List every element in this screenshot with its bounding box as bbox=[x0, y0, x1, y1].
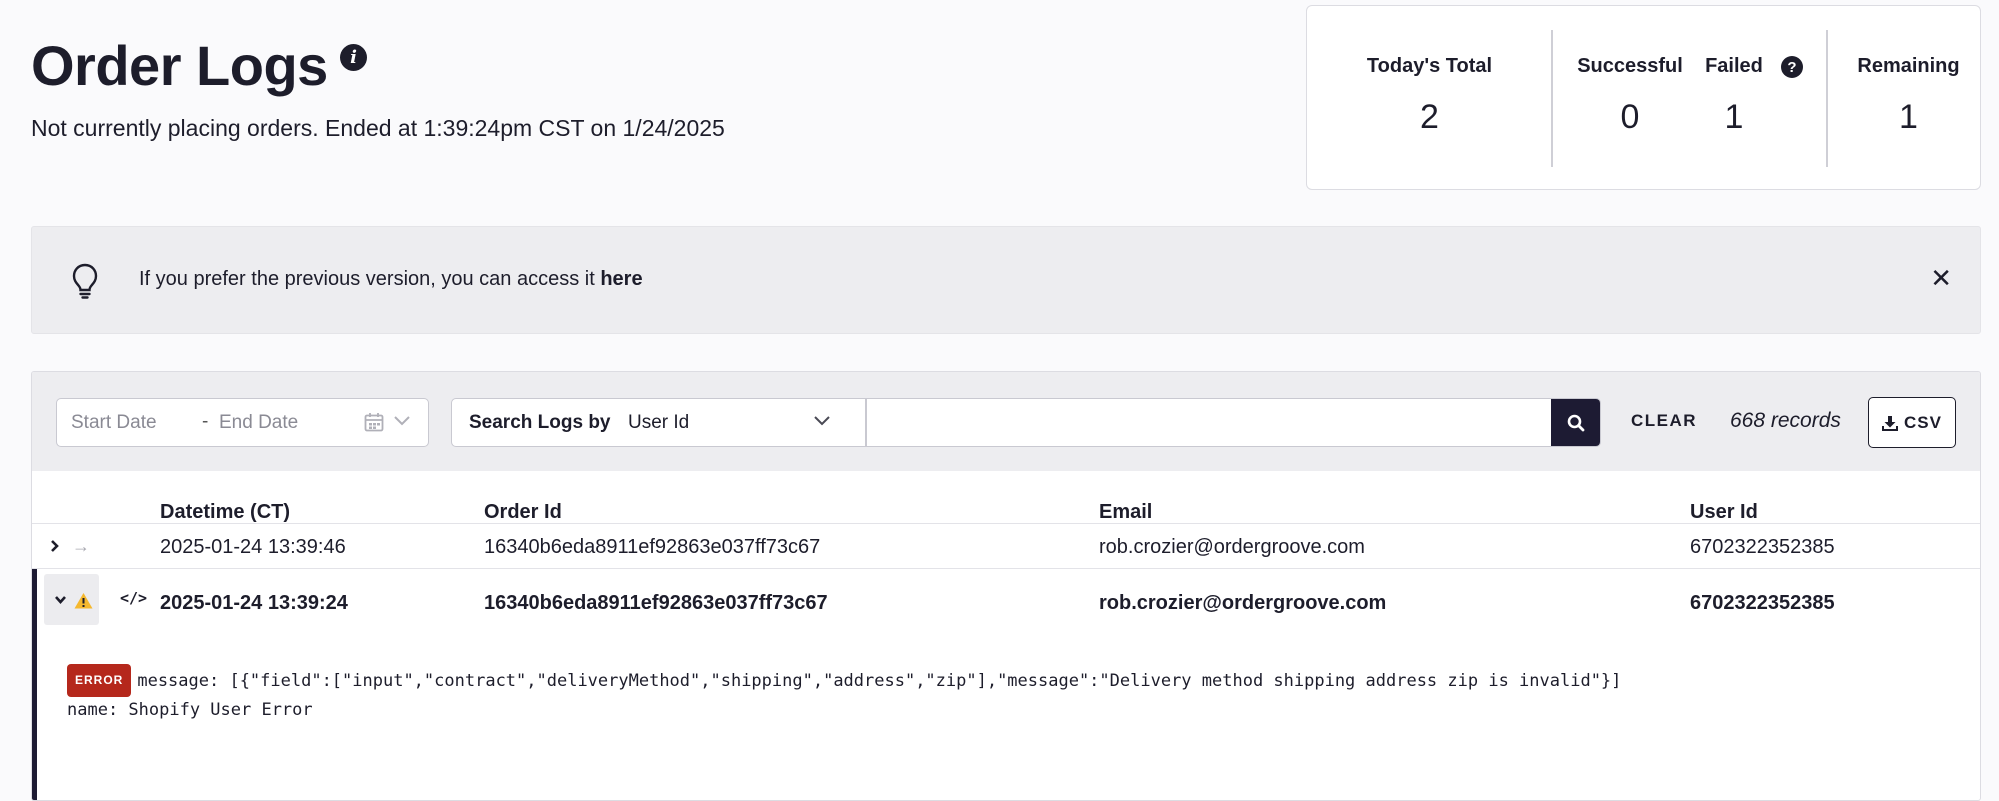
close-icon[interactable]: ✕ bbox=[1930, 265, 1952, 291]
stat-value: 2 bbox=[1420, 98, 1439, 136]
stat-value: 1 bbox=[1724, 98, 1744, 136]
chevron-down-icon bbox=[55, 596, 66, 604]
cell-user-id: 6702322352385 bbox=[1690, 592, 1835, 614]
error-badge: ERROR bbox=[67, 664, 132, 697]
cell-order-id: 16340b6eda8911ef92863e037ff73c67 bbox=[484, 592, 828, 614]
error-details: ERROR message: [{"field":["input","contra… bbox=[67, 664, 1621, 724]
stat-label: Successful bbox=[1577, 55, 1683, 77]
info-banner: If you prefer the previous version, you … bbox=[31, 226, 1981, 334]
page-title-text: Order Logs bbox=[31, 34, 328, 97]
search-icon bbox=[1567, 414, 1585, 431]
cell-email: rob.crozier@ordergroove.com bbox=[1099, 536, 1365, 558]
stat-value: 0 bbox=[1620, 98, 1640, 136]
lightbulb-icon bbox=[72, 263, 98, 299]
date-separator: - bbox=[202, 411, 209, 432]
stat-failed: Failed 1 bbox=[1693, 6, 1775, 191]
stat-todays-total: Today's Total 2 bbox=[1307, 6, 1552, 191]
search-by-label: Search Logs by bbox=[469, 412, 611, 433]
error-message: message: [{"field":["input","contract","… bbox=[137, 671, 1622, 691]
clear-button[interactable]: CLEAR bbox=[1631, 411, 1697, 431]
stats-card: Today's Total 2 Successful 0 Failed 1 ? … bbox=[1306, 5, 1981, 190]
stat-divider bbox=[1551, 30, 1553, 167]
cell-email: rob.crozier@ordergroove.com bbox=[1099, 592, 1387, 614]
page-title: Order Logs i bbox=[31, 38, 367, 94]
column-header-user-id[interactable]: User Id bbox=[1690, 501, 1758, 524]
stat-divider bbox=[1826, 30, 1828, 167]
search-by-select[interactable]: User Id bbox=[628, 412, 689, 434]
chevron-down-icon[interactable] bbox=[813, 415, 831, 427]
csv-label: CSV bbox=[1904, 412, 1942, 432]
stat-label: Today's Total bbox=[1366, 55, 1493, 77]
stat-remaining: Remaining 1 bbox=[1837, 6, 1980, 191]
banner-message: If you prefer the previous version, you … bbox=[139, 268, 601, 290]
cell-datetime: 2025-01-24 13:39:24 bbox=[160, 592, 348, 614]
search-input[interactable] bbox=[868, 399, 1548, 445]
start-date-input[interactable]: Start Date bbox=[71, 412, 157, 434]
cell-datetime: 2025-01-24 13:39:46 bbox=[160, 536, 346, 558]
logs-panel: Start Date - End Date Search Logs by Use… bbox=[31, 371, 1981, 801]
table-row[interactable]: → 2025-01-24 13:39:46 16340b6eda8911ef92… bbox=[32, 524, 1980, 569]
error-message-line: ERROR message: [{"field":["input","contra… bbox=[67, 664, 1621, 697]
collapse-row-button[interactable] bbox=[44, 574, 99, 625]
column-header-order-id[interactable]: Order Id bbox=[484, 501, 562, 524]
record-count: 668 records bbox=[1730, 409, 1841, 432]
download-icon bbox=[1882, 415, 1899, 431]
table-header: Datetime (CT) Order Id Email User Id bbox=[32, 471, 1980, 524]
search-divider bbox=[865, 399, 867, 446]
calendar-icon[interactable] bbox=[364, 412, 384, 432]
column-header-datetime[interactable]: Datetime (CT) bbox=[160, 501, 290, 524]
search-button[interactable] bbox=[1551, 399, 1600, 446]
chevron-down-icon[interactable] bbox=[393, 415, 411, 427]
warning-icon bbox=[74, 593, 93, 609]
chevron-right-icon[interactable] bbox=[50, 539, 60, 553]
banner-text: If you prefer the previous version, you … bbox=[139, 268, 643, 291]
csv-download-button[interactable]: CSV bbox=[1868, 397, 1956, 448]
end-date-input[interactable]: End Date bbox=[219, 412, 298, 434]
cell-user-id: 6702322352385 bbox=[1690, 536, 1835, 558]
column-header-email[interactable]: Email bbox=[1099, 501, 1152, 524]
stat-value: 1 bbox=[1899, 98, 1918, 136]
status-text: Not currently placing orders. Ended at 1… bbox=[31, 115, 725, 141]
arrow-right-icon: → bbox=[72, 536, 90, 556]
stat-label: Remaining bbox=[1857, 55, 1960, 77]
previous-version-link[interactable]: here bbox=[600, 268, 642, 290]
stat-successful: Successful 0 bbox=[1563, 6, 1697, 191]
date-range-picker[interactable]: Start Date - End Date bbox=[56, 398, 429, 447]
cell-order-id: 16340b6eda8911ef92863e037ff73c67 bbox=[484, 536, 821, 558]
code-icon[interactable]: </> bbox=[120, 589, 147, 607]
error-name: name: Shopify User Error bbox=[67, 700, 313, 720]
help-icon[interactable]: ? bbox=[1781, 56, 1803, 78]
search-box: Search Logs by User Id bbox=[451, 398, 1601, 447]
table-row-expanded[interactable]: </> 2025-01-24 13:39:24 16340b6eda8911ef… bbox=[32, 569, 1980, 800]
toolbar: Start Date - End Date Search Logs by Use… bbox=[32, 372, 1980, 471]
info-icon[interactable]: i bbox=[339, 44, 367, 71]
stat-label: Failed bbox=[1705, 55, 1763, 77]
